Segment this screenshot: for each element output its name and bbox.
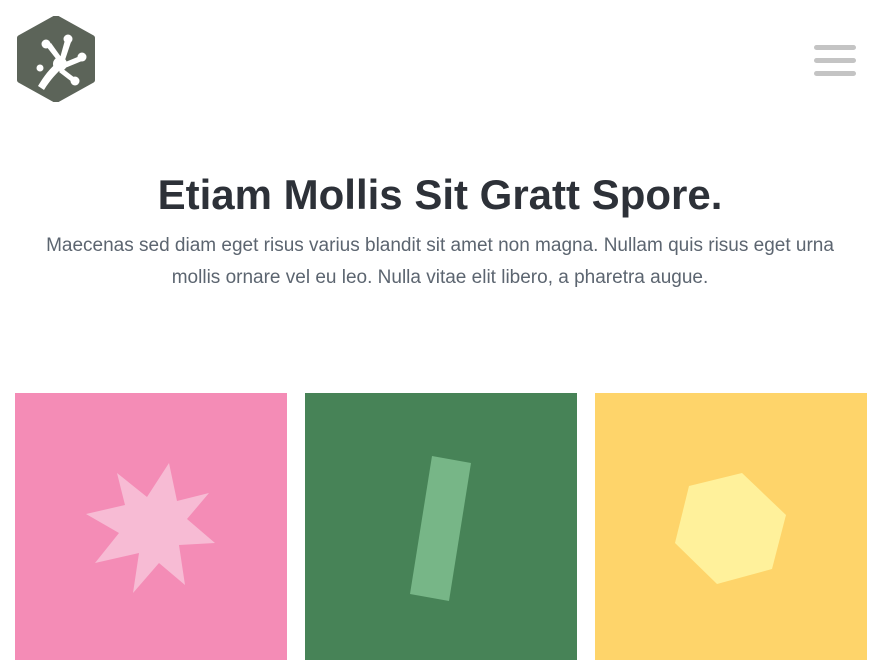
card-background (15, 393, 287, 660)
menu-bar (814, 71, 856, 76)
frog-hand-hexagon-icon (17, 15, 95, 103)
page: Etiam Mollis Sit Gratt Spore. Maecenas s… (0, 0, 880, 660)
card-rectangle[interactable] (305, 393, 577, 660)
card-background (595, 393, 867, 660)
menu-bar (814, 45, 856, 50)
card-hexagon[interactable] (595, 393, 867, 660)
logo[interactable] (16, 15, 96, 103)
card-star[interactable] (15, 393, 287, 660)
hero-title: Etiam Mollis Sit Gratt Spore. (157, 171, 723, 218)
card-background (305, 393, 577, 660)
hamburger-menu-button[interactable] (812, 42, 858, 78)
menu-bar (814, 58, 856, 63)
hero-description: Maecenas sed diam eget risus varius blan… (46, 235, 834, 288)
